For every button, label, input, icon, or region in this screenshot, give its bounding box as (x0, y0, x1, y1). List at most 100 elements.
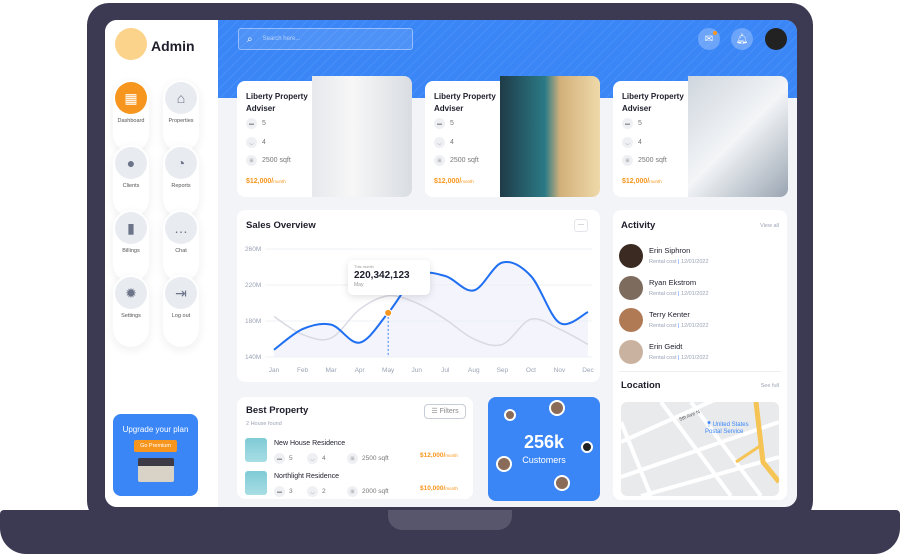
avatar (619, 276, 643, 300)
property-card[interactable]: Liberty Property Adviser ▬ 5 ◡ 4 ⊞ 2500 sqf… (237, 76, 412, 197)
sidebar-item-reports[interactable]: ◔ Reports (163, 145, 199, 217)
customer-avatar (554, 475, 570, 491)
area-icon: ⊞ (347, 486, 358, 497)
highlight-point[interactable] (384, 308, 393, 317)
sidebar-item-label: Properties (168, 118, 194, 124)
best-property-title: Best Property (246, 405, 309, 416)
customers-card: 256k Customers (488, 397, 600, 501)
chart-tooltip: This month 220,342,123 May (348, 260, 430, 295)
sidebar-item-clients[interactable]: ● Clients (113, 145, 149, 217)
area: 2500 sqft (450, 157, 479, 164)
area: 2500 sqft (638, 157, 667, 164)
bed-icon: ▬ (246, 118, 257, 129)
search-input[interactable]: ⌕ Search here... (238, 28, 413, 50)
sidebar-item-chat[interactable]: … Chat (163, 210, 199, 282)
property-card[interactable]: Liberty Property Adviser ▬ 5 ◡ 4 ⊞ 2500 sqf… (613, 76, 788, 197)
beds: 5 (289, 455, 293, 462)
beds: 5 (638, 120, 642, 127)
area: 2500 sqft (362, 455, 389, 462)
tooltip-label: This month (354, 264, 374, 269)
y-tick-label: 220M (245, 282, 261, 289)
beds: 3 (289, 488, 293, 495)
mail-icon[interactable]: ✉ (698, 28, 720, 50)
activity-item[interactable]: Erin Siphron Rental cost | 12/01/2022 (619, 244, 779, 270)
view-all-link[interactable]: View all (760, 223, 779, 229)
y-tick-label: 140M (245, 354, 261, 361)
location-map[interactable]: 5th Ave N 📍︎United States Postal Service (621, 402, 779, 496)
property-title: Liberty Property Adviser (434, 92, 496, 113)
bath-icon: ◡ (434, 137, 445, 148)
bell-icon[interactable]: 🔔︎ (731, 28, 753, 50)
property-row[interactable]: Northlight Residence ▬ 3 ◡ 2 ⊞ 2000 sqft $1… (245, 471, 470, 497)
series-area (274, 261, 588, 357)
x-tick-label: Mar (325, 367, 337, 374)
bath-icon: ◡ (307, 453, 318, 464)
x-tick-label: May (382, 367, 395, 374)
sidebar-item-log-out[interactable]: ⇥ Log out (163, 275, 199, 347)
bed-icon: ▬ (434, 118, 445, 129)
sidebar-item-label: Dashboard (117, 118, 145, 124)
map-poi: 📍︎United States Postal Service (705, 422, 749, 435)
baths: 2 (322, 488, 326, 495)
price: $10,000/ (420, 485, 446, 492)
activity-item[interactable]: Terry Kenter Rental cost | 12/01/2022 (619, 308, 779, 334)
y-tick-label: 260M (245, 246, 261, 253)
area-icon: ⊞ (246, 155, 257, 166)
activity-date: 12/01/2022 (681, 323, 709, 329)
activity-item[interactable]: Ryan Ekstrom Rental cost | 12/01/2022 (619, 276, 779, 302)
activity-item[interactable]: Erin Geidt Rental cost | 12/01/2022 (619, 340, 779, 366)
area-icon: ⊞ (434, 155, 445, 166)
user-icon: ● (115, 147, 147, 179)
map-roads (621, 402, 779, 496)
bed-icon: ▬ (622, 118, 633, 129)
upgrade-title: Upgrade your plan (122, 425, 189, 434)
price: $12,000/ (622, 178, 650, 185)
divider (619, 371, 781, 372)
property-card[interactable]: Liberty Property Adviser ▬ 5 ◡ 4 ⊞ 2500 sqf… (425, 76, 600, 197)
activity-name: Ryan Ekstrom (649, 278, 697, 287)
price: $12,000/ (434, 178, 462, 185)
activity-date: 12/01/2022 (681, 291, 709, 297)
house-illustration-icon (137, 458, 174, 482)
x-tick-label: Feb (297, 367, 309, 374)
sidebar-item-label: Settings (121, 313, 141, 319)
pie-chart-icon: ◔ (165, 147, 197, 179)
sidebar-item-billings[interactable]: ▮ Billings (113, 210, 149, 282)
sidebar-item-properties[interactable]: ⌂ Properties (163, 80, 199, 152)
customer-avatar (549, 400, 565, 416)
sidebar-item-settings[interactable]: ✹ Settings (113, 275, 149, 347)
property-thumbnail (245, 471, 267, 495)
sidebar: Admin ▦ Dashboard ⌂ Properties ● Clients ◔ Repo… (105, 20, 218, 507)
user-avatar[interactable] (765, 28, 787, 50)
activity-meta: Rental cost (649, 259, 677, 265)
activity-meta: Rental cost (649, 323, 677, 329)
sidebar-item-label: Reports (171, 183, 191, 189)
activity-title: Activity (621, 220, 656, 231)
bed-icon: ▬ (274, 486, 285, 497)
beds: 5 (262, 120, 266, 127)
filters-button[interactable]: ☰ Filters (424, 404, 466, 419)
house-count: 2 House found (246, 421, 282, 427)
tooltip-value: 220,342,123 (354, 270, 410, 281)
area-icon: ⊞ (347, 453, 358, 464)
house-logo-icon (115, 28, 147, 60)
laptop-notch (388, 510, 512, 530)
area: 2000 sqft (362, 488, 389, 495)
tooltip-month: May (354, 282, 364, 288)
property-row[interactable]: New House Residence ▬ 5 ◡ 4 ⊞ 2500 sqft $12… (245, 438, 470, 464)
sidebar-item-label: Chat (175, 248, 187, 254)
customer-avatar (504, 409, 516, 421)
grid-icon: ▦ (115, 82, 147, 114)
baths: 4 (450, 139, 454, 146)
see-full-link[interactable]: See full (761, 383, 779, 389)
activity-panel: Activity View all Erin Siphron Rental cos… (613, 210, 787, 500)
property-name: Northlight Residence (274, 473, 339, 480)
activity-name: Erin Geidt (649, 342, 683, 351)
go-premium-button[interactable]: Go Premium (134, 440, 177, 452)
home-icon: ⌂ (165, 82, 197, 114)
logout-icon: ⇥ (165, 277, 197, 309)
sidebar-item-dashboard[interactable]: ▦ Dashboard (113, 80, 149, 152)
gear-icon: ✹ (115, 277, 147, 309)
sidebar-item-label: Billings (122, 248, 140, 254)
chat-icon: … (165, 212, 197, 244)
